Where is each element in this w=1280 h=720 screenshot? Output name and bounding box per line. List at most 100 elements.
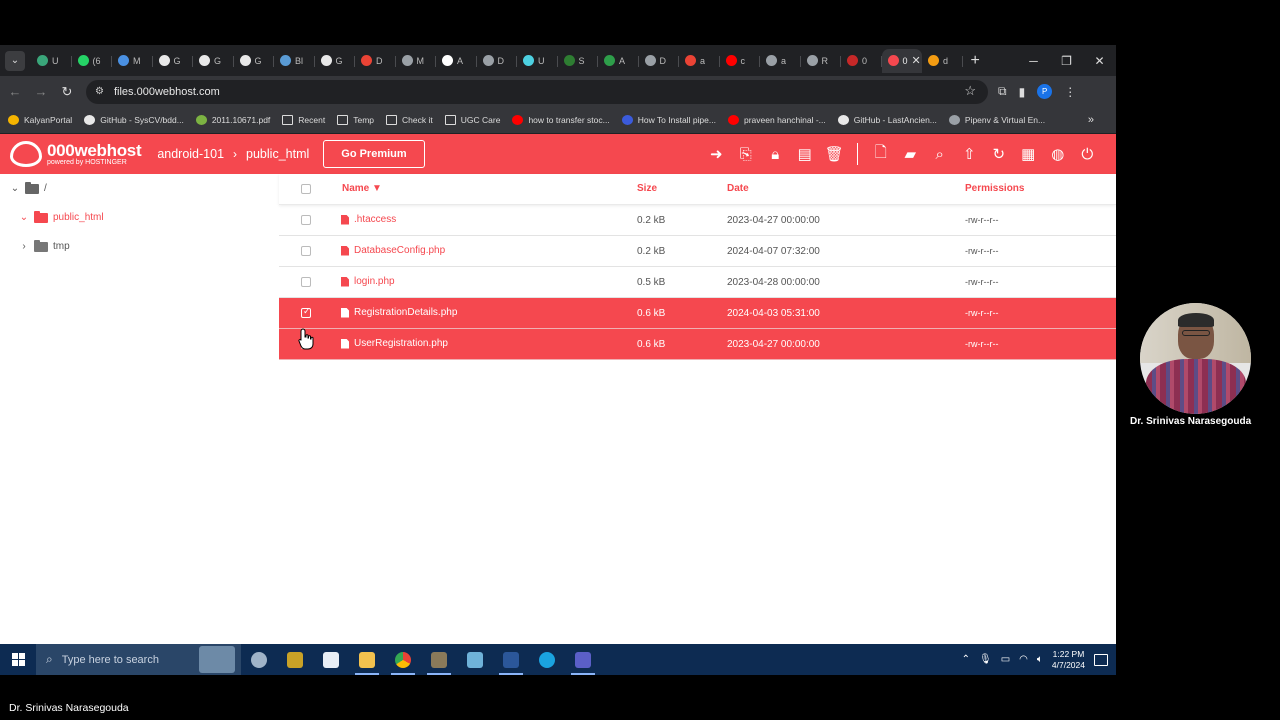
browser-tab[interactable]: c	[720, 49, 761, 73]
maximize-icon[interactable]: ❐	[1050, 54, 1083, 68]
new-folder-icon[interactable]: ▰	[896, 144, 926, 164]
export-icon[interactable]: ⎘	[731, 144, 761, 164]
start-button[interactable]	[0, 653, 36, 666]
browser-tab[interactable]: G	[193, 49, 234, 73]
tab-search-button[interactable]: ⌄	[5, 50, 25, 71]
bookmark-item[interactable]: Pipenv & Virtual En...	[948, 115, 1045, 125]
browser-tab[interactable]: d	[922, 49, 963, 73]
browser-tab[interactable]: D	[639, 49, 680, 73]
bookmark-item[interactable]: how to transfer stoc...	[512, 115, 610, 125]
close-window-icon[interactable]: ✕	[1083, 54, 1116, 68]
taskbar-search[interactable]: ⌕ Type here to search	[36, 644, 241, 675]
bookmark-item[interactable]: UGC Care	[444, 115, 500, 125]
row-checkbox[interactable]	[301, 246, 311, 256]
power-icon[interactable]: ⏻	[1073, 144, 1103, 164]
bookmark-item[interactable]: 2011.10671.pdf	[195, 115, 270, 125]
bookmark-item[interactable]: GitHub - SysCV/bdd...	[84, 115, 184, 125]
taskbar-app-cube[interactable]	[457, 644, 493, 675]
bookmark-item[interactable]: GitHub - LastAncien...	[837, 115, 937, 125]
side-panel-icon[interactable]: ▮	[1019, 85, 1026, 99]
logo[interactable]: 000webhost powered by HOSTINGER	[10, 141, 142, 167]
globe-icon[interactable]: ◍	[1043, 144, 1073, 164]
select-all-checkbox[interactable]	[301, 184, 311, 194]
menu-icon[interactable]: ⋮	[1064, 85, 1076, 99]
browser-tab[interactable]: G	[234, 49, 275, 73]
clock[interactable]: 1:22 PM 4/7/2024	[1052, 649, 1085, 670]
bookmark-star-icon[interactable]: ☆	[964, 83, 976, 99]
breadcrumb-item[interactable]: public_html	[246, 147, 309, 161]
browser-tab[interactable]: M	[396, 49, 437, 73]
taskbar-app-explorer[interactable]	[349, 644, 385, 675]
table-row[interactable]: login.php 0.5 kB 2023-04-28 00:00:00 -rw-r-…	[279, 267, 1116, 298]
address-bar[interactable]: ⚙ files.000webhost.com ☆	[86, 79, 988, 104]
browser-tab[interactable]: 0	[841, 49, 882, 73]
new-tab-button[interactable]: +	[971, 52, 980, 70]
row-checkbox[interactable]	[301, 277, 311, 287]
taskbar-app-screen[interactable]	[421, 644, 457, 675]
tree-item-tmp[interactable]: › tmp	[19, 239, 70, 252]
browser-tab[interactable]: S	[558, 49, 599, 73]
bookmark-item[interactable]: Recent	[282, 115, 325, 125]
browser-tab[interactable]: a	[760, 49, 801, 73]
new-file-icon[interactable]: 🗋︎	[866, 144, 896, 164]
file-name-link[interactable]: UserRegistration.php	[341, 338, 448, 349]
minimize-icon[interactable]: ─	[1017, 54, 1050, 68]
tree-root[interactable]: ⌄ /	[10, 181, 47, 194]
table-row[interactable]: .htaccess 0.2 kB 2023-04-27 00:00:00 -rw-r-…	[279, 205, 1116, 236]
taskbar-app-chrome[interactable]	[385, 644, 421, 675]
column-date[interactable]: Date	[727, 183, 749, 194]
bookmark-item[interactable]: Check it	[386, 115, 433, 125]
grid-view-icon[interactable]: ▦	[1014, 144, 1044, 164]
file-name-link[interactable]: login.php	[341, 276, 395, 287]
back-icon[interactable]: ←	[2, 84, 28, 99]
browser-tab[interactable]: G	[315, 49, 356, 73]
table-row[interactable]: UserRegistration.php 0.6 kB 2023-04-27 00:…	[279, 329, 1116, 360]
taskbar-app-recorder[interactable]	[529, 644, 565, 675]
bookmark-item[interactable]: praveen hanchinal -...	[727, 115, 826, 125]
close-tab-icon[interactable]: ✕	[912, 54, 921, 67]
column-permissions[interactable]: Permissions	[965, 183, 1024, 194]
bookmark-item[interactable]: Temp	[337, 115, 374, 125]
bookmark-item[interactable]: How To Install pipe...	[621, 115, 716, 125]
browser-tab[interactable]: 0 ✕	[881, 48, 922, 73]
taskbar-app-tools[interactable]	[277, 644, 313, 675]
chevron-down-icon[interactable]: ⌄	[19, 212, 29, 223]
table-row[interactable]: RegistrationDetails.php 0.6 kB 2024-04-03 …	[279, 298, 1116, 329]
row-checkbox[interactable]	[301, 215, 311, 225]
site-info-icon[interactable]: ⚙	[95, 86, 104, 97]
chevron-down-icon[interactable]: ⌄	[10, 183, 20, 194]
forward-icon[interactable]: →	[28, 84, 54, 99]
trash-icon[interactable]: 🗑︎	[820, 144, 850, 164]
file-name-link[interactable]: .htaccess	[341, 214, 396, 225]
browser-tab[interactable]: Bl	[274, 49, 315, 73]
browser-tab[interactable]: a	[679, 49, 720, 73]
reload-icon[interactable]: ↻	[54, 84, 80, 100]
browser-tab[interactable]: R	[801, 49, 842, 73]
breadcrumb-item[interactable]: android-101	[157, 147, 224, 161]
browser-tab[interactable]: A	[436, 49, 477, 73]
browser-tab[interactable]: D	[355, 49, 396, 73]
search-icon[interactable]: ⌕	[925, 144, 955, 164]
bookmark-item[interactable]: KalyanPortal	[8, 115, 72, 125]
battery-icon[interactable]: ▭	[1001, 654, 1010, 665]
extensions-icon[interactable]: ⧉	[998, 84, 1007, 99]
taskbar-app-teams[interactable]	[565, 644, 601, 675]
notification-icon[interactable]	[1094, 653, 1108, 666]
browser-tab[interactable]: A	[598, 49, 639, 73]
file-name-link[interactable]: RegistrationDetails.php	[341, 307, 457, 318]
move-icon[interactable]: ➜	[702, 144, 732, 164]
chevron-right-icon[interactable]: ›	[19, 241, 29, 252]
browser-tab[interactable]: G	[153, 49, 194, 73]
taskbar-app-weather[interactable]	[241, 644, 277, 675]
browser-tab[interactable]: M	[112, 49, 153, 73]
go-premium-button[interactable]: Go Premium	[323, 140, 425, 168]
column-name[interactable]: Name ▼	[342, 183, 382, 194]
volume-icon[interactable]: 🔈︎	[1037, 654, 1043, 665]
table-row[interactable]: DatabaseConfig.php 0.2 kB 2024-04-07 07:32…	[279, 236, 1116, 267]
browser-tab[interactable]: U	[31, 49, 72, 73]
taskbar-app-notepad[interactable]	[313, 644, 349, 675]
microphone-icon[interactable]: 🎙︎	[979, 654, 992, 665]
browser-tab[interactable]: D	[477, 49, 518, 73]
archive-icon[interactable]: ▤	[790, 144, 820, 164]
upload-icon[interactable]: ⇧	[955, 144, 985, 164]
